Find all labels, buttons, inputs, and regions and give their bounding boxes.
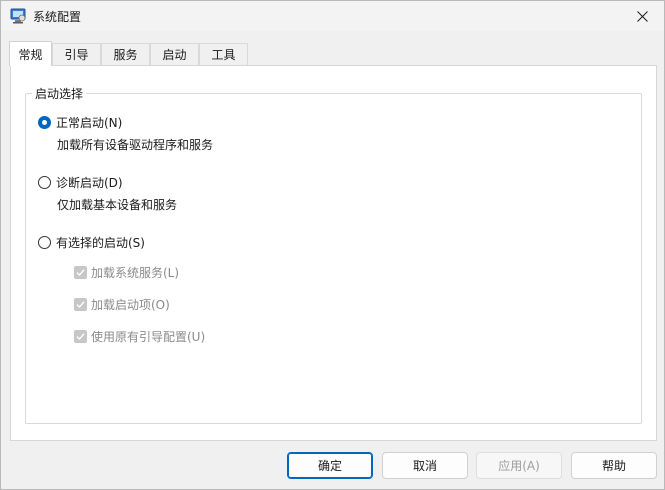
tab-startup[interactable]: 启动 [150,43,199,65]
tab-label: 服务 [113,48,138,62]
checkbox-checked-icon [74,329,87,343]
checkbox-checked-icon [74,297,87,311]
load-system-services-checkbox[interactable]: 加载系统服务(L) [74,264,179,280]
use-original-boot-config-checkbox[interactable]: 使用原有引导配置(U) [74,328,205,344]
checkbox-label: 加载系统服务(L) [91,265,180,280]
title-bar[interactable]: 系统配置 [1,1,664,31]
tab-boot[interactable]: 引导 [52,43,101,65]
general-tab-panel: 启动选择 正常启动(N) 加载所有设备驱动程序和服务 诊断启动(D) 仅加载基本… [10,65,657,441]
tab-general[interactable]: 常规 [9,41,52,66]
radio-unchecked-icon [38,175,51,189]
tab-label: 常规 [18,47,43,62]
tab-services[interactable]: 服务 [101,43,150,65]
diagnostic-startup-radio[interactable]: 诊断启动(D) [38,174,123,190]
ok-button[interactable]: 确定 [287,452,373,479]
tab-label: 启动 [162,48,187,62]
checkbox-label: 使用原有引导配置(U) [91,329,206,344]
tab-label: 工具 [211,48,236,62]
checkbox-checked-icon [74,265,87,279]
window-title: 系统配置 [33,10,82,24]
close-button[interactable] [620,1,664,31]
diagnostic-startup-desc: 仅加载基本设备和服务 [57,198,178,212]
help-button[interactable]: 帮助 [571,452,657,479]
radio-label: 有选择的启动(S) [56,235,145,250]
load-startup-items-checkbox[interactable]: 加载启动项(O) [74,296,170,312]
radio-label: 正常启动(N) [56,115,123,130]
close-icon [636,10,648,22]
checkbox-label: 加载启动项(O) [91,297,170,312]
system-config-window: 系统配置 常规 引导 服务 启动 工具 启动选择 正常启动(N) 加载所有设备驱… [0,0,665,490]
apply-button[interactable]: 应用(A) [476,452,562,479]
tab-label: 引导 [64,48,89,62]
msconfig-icon [10,8,26,24]
radio-label: 诊断启动(D) [56,175,123,190]
tab-tools[interactable]: 工具 [199,43,248,65]
cancel-button[interactable]: 取消 [382,452,468,479]
normal-startup-desc: 加载所有设备驱动程序和服务 [57,138,214,152]
group-legend: 启动选择 [32,85,87,102]
normal-startup-radio[interactable]: 正常启动(N) [38,114,122,130]
radio-checked-icon [38,115,51,129]
selective-startup-radio[interactable]: 有选择的启动(S) [38,234,145,250]
radio-unchecked-icon [38,235,51,249]
